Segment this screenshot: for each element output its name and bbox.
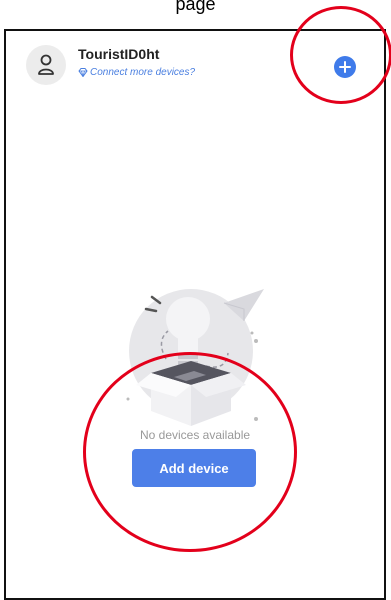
plus-circle-icon	[339, 61, 351, 73]
app-screen: TouristID0ht Connect more devices? No de…	[4, 29, 386, 600]
page-caption: page	[175, 0, 216, 14]
person-icon	[38, 54, 54, 75]
add-device-icon-button[interactable]	[334, 56, 356, 78]
diamond-icon	[78, 68, 88, 77]
connect-more-devices-label: Connect more devices?	[90, 67, 196, 78]
avatar[interactable]	[26, 45, 66, 85]
username: TouristID0ht	[78, 46, 160, 62]
connect-more-devices-link[interactable]: Connect more devices?	[78, 67, 195, 78]
add-device-button[interactable]: Add device	[132, 449, 256, 487]
lightbulb-box-icon	[126, 289, 264, 426]
empty-state-message: No devices available	[139, 428, 251, 442]
